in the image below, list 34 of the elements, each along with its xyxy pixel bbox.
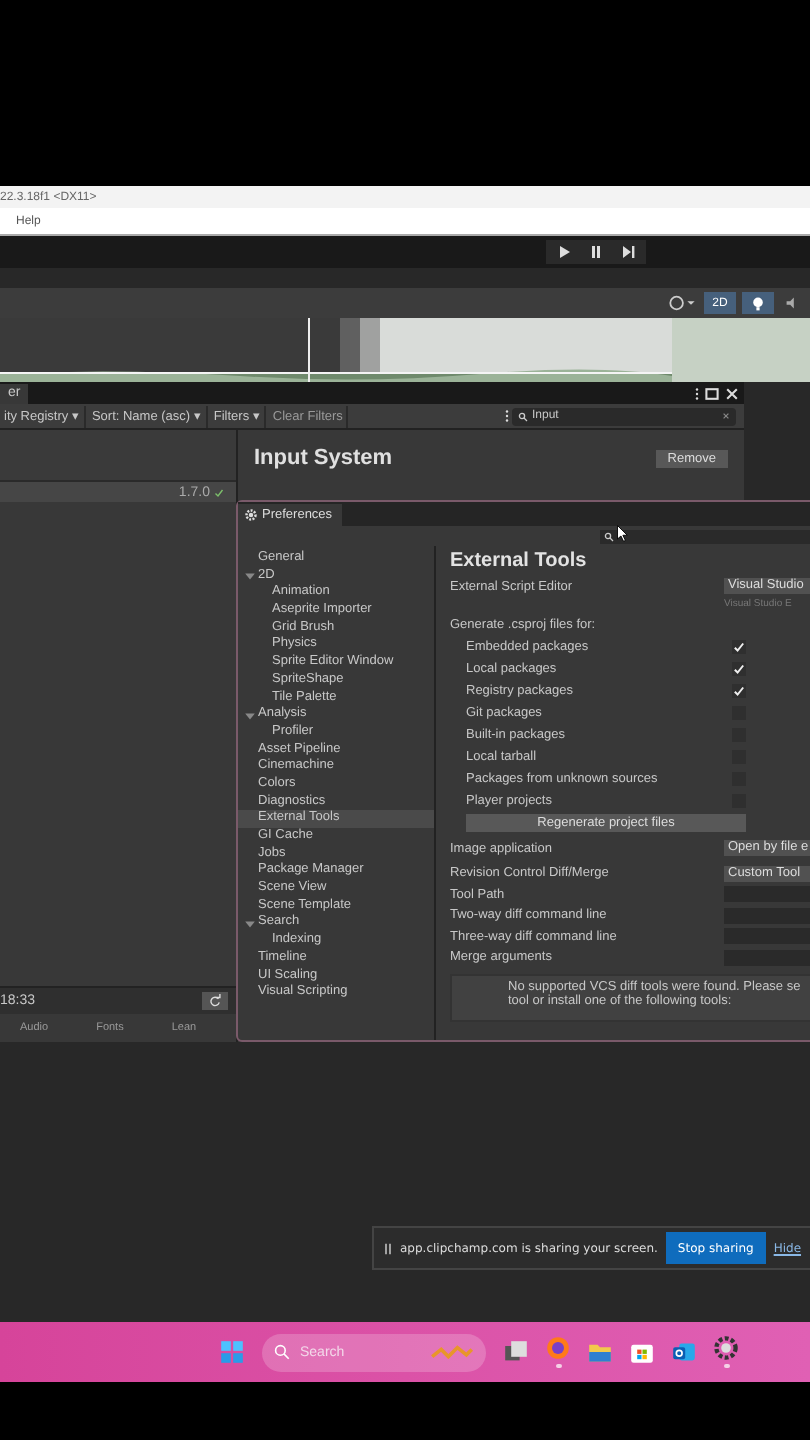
refresh-icon <box>208 994 222 1008</box>
search-icon <box>274 1344 290 1360</box>
search-field[interactable] <box>600 529 810 543</box>
more-icon[interactable] <box>504 408 510 424</box>
expand-arrow-icon[interactable] <box>244 709 256 722</box>
mail-icon[interactable] <box>672 1340 696 1364</box>
cursor-icon <box>616 524 628 542</box>
refresh-button[interactable] <box>202 992 228 1010</box>
pause-icon <box>384 1241 392 1255</box>
checkbox[interactable] <box>732 640 746 654</box>
store-icon[interactable] <box>630 1340 654 1364</box>
section-heading: External Tools <box>450 548 589 576</box>
running-indicator <box>723 1364 729 1368</box>
package-title: Input System <box>254 446 393 470</box>
clear-icon[interactable] <box>722 412 730 420</box>
folder-icon[interactable] <box>588 1340 612 1364</box>
lightbulb-icon <box>750 295 766 311</box>
search-icon <box>604 531 614 541</box>
expand-arrow-icon[interactable] <box>244 917 256 930</box>
maximize-icon[interactable] <box>704 385 720 401</box>
more-icon[interactable] <box>694 385 700 401</box>
gear-icon[interactable] <box>714 1336 738 1361</box>
orbit-icon[interactable] <box>666 294 698 312</box>
search-icon <box>518 411 528 421</box>
checkbox[interactable] <box>732 684 746 698</box>
doodle-icon <box>430 1343 474 1361</box>
lighting-toggle[interactable] <box>742 292 774 314</box>
running-indicator <box>555 1364 561 1368</box>
expand-arrow-icon[interactable] <box>244 570 256 583</box>
task-view-icon[interactable] <box>504 1340 528 1364</box>
gear-icon <box>244 508 258 522</box>
checkbox[interactable] <box>732 662 746 676</box>
close-icon[interactable] <box>724 385 740 401</box>
checkmark-icon <box>214 487 224 497</box>
